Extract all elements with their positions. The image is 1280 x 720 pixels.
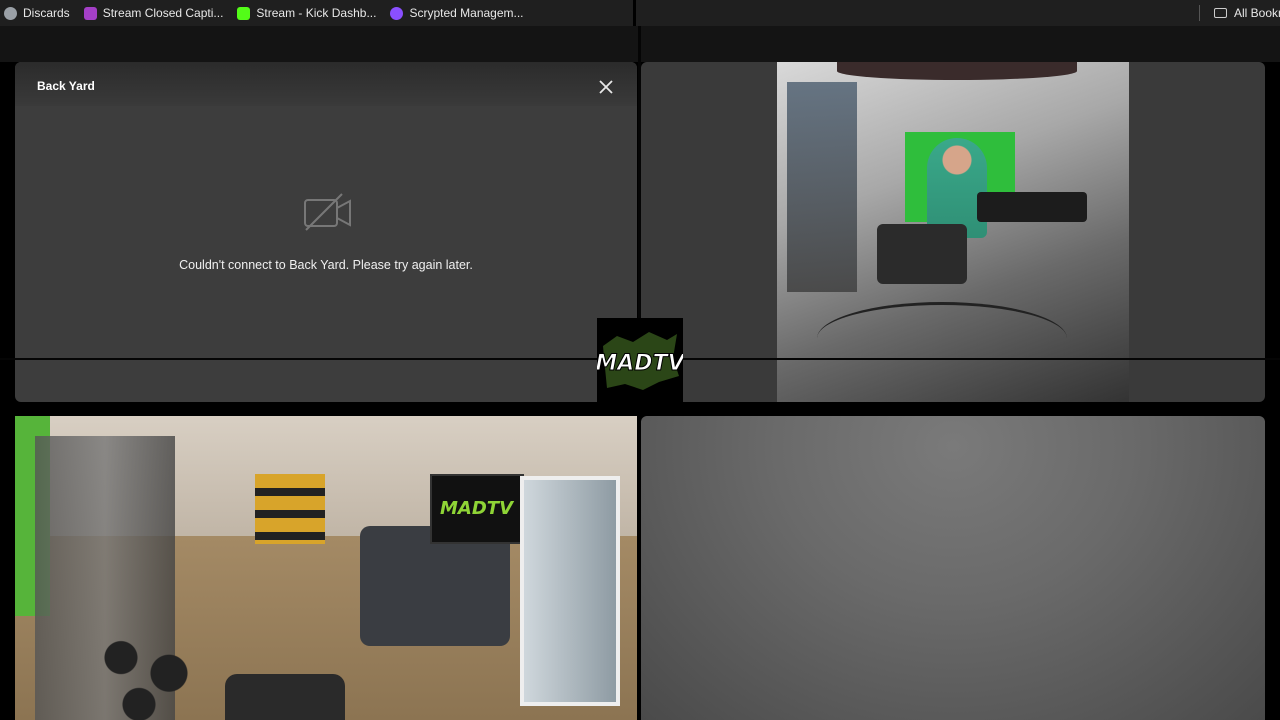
camera-tile-blank[interactable] [641,416,1265,720]
speaker-box [877,224,967,284]
bookmark-label: Stream Closed Capti... [102,6,224,20]
camera-tile-header [15,62,637,106]
logo-text: MADTV [597,351,683,376]
camera-title: Back Yard [37,79,95,93]
couch [360,526,510,646]
madtv-banner: MADTV [430,474,524,544]
equipment-rack [787,82,857,292]
bookmark-discards[interactable]: Discards [4,6,70,20]
bookmark-scrypted[interactable]: Scrypted Managem... [390,6,524,20]
connection-error-message: Couldn't connect to Back Yard. Please tr… [179,258,473,272]
bookmarks-list: Discards Stream Closed Capti... Stream -… [0,0,636,26]
camera-feed-studio [777,62,1129,402]
bookmarks-right: All Bookn [636,0,1280,26]
vertical-divider [638,26,641,360]
banner-text: MADTV [440,498,513,519]
person [927,138,987,238]
bookmarks-divider [1199,5,1200,21]
bookmarks-bar: Discards Stream Closed Capti... Stream -… [0,0,1280,26]
monitor [977,192,1087,222]
sliding-door [520,476,620,706]
bookmark-kick-dashboard[interactable]: Stream - Kick Dashb... [237,6,376,20]
closed-captions-icon [83,6,97,20]
bookmark-label: Stream - Kick Dashb... [256,6,377,20]
chair [225,674,345,720]
madtv-logo: MADTV [597,318,683,402]
storage-bins [255,474,325,544]
ceiling-fixture [837,62,1077,80]
bookmark-label: Discards [23,6,70,20]
camera-tile-backyard[interactable]: Back Yard Couldn't connect to Back Yard.… [15,62,637,402]
bookmark-stream-closed-captions[interactable]: Stream Closed Capti... [83,6,224,20]
folder-icon [1214,8,1227,18]
camera-tile-studio[interactable] [641,62,1265,402]
floor-cable [817,302,1067,375]
close-icon[interactable] [597,78,615,96]
discards-icon [4,6,17,20]
all-bookmarks-button[interactable]: All Bookn [1234,6,1280,20]
kick-icon [237,6,251,20]
camera-off-icon [304,193,351,231]
camera-tile-livingroom[interactable]: MADTV [15,416,637,720]
bookmark-label: Scrypted Managem... [409,6,524,20]
scrypted-icon [390,6,404,20]
drum-kit [85,616,205,720]
